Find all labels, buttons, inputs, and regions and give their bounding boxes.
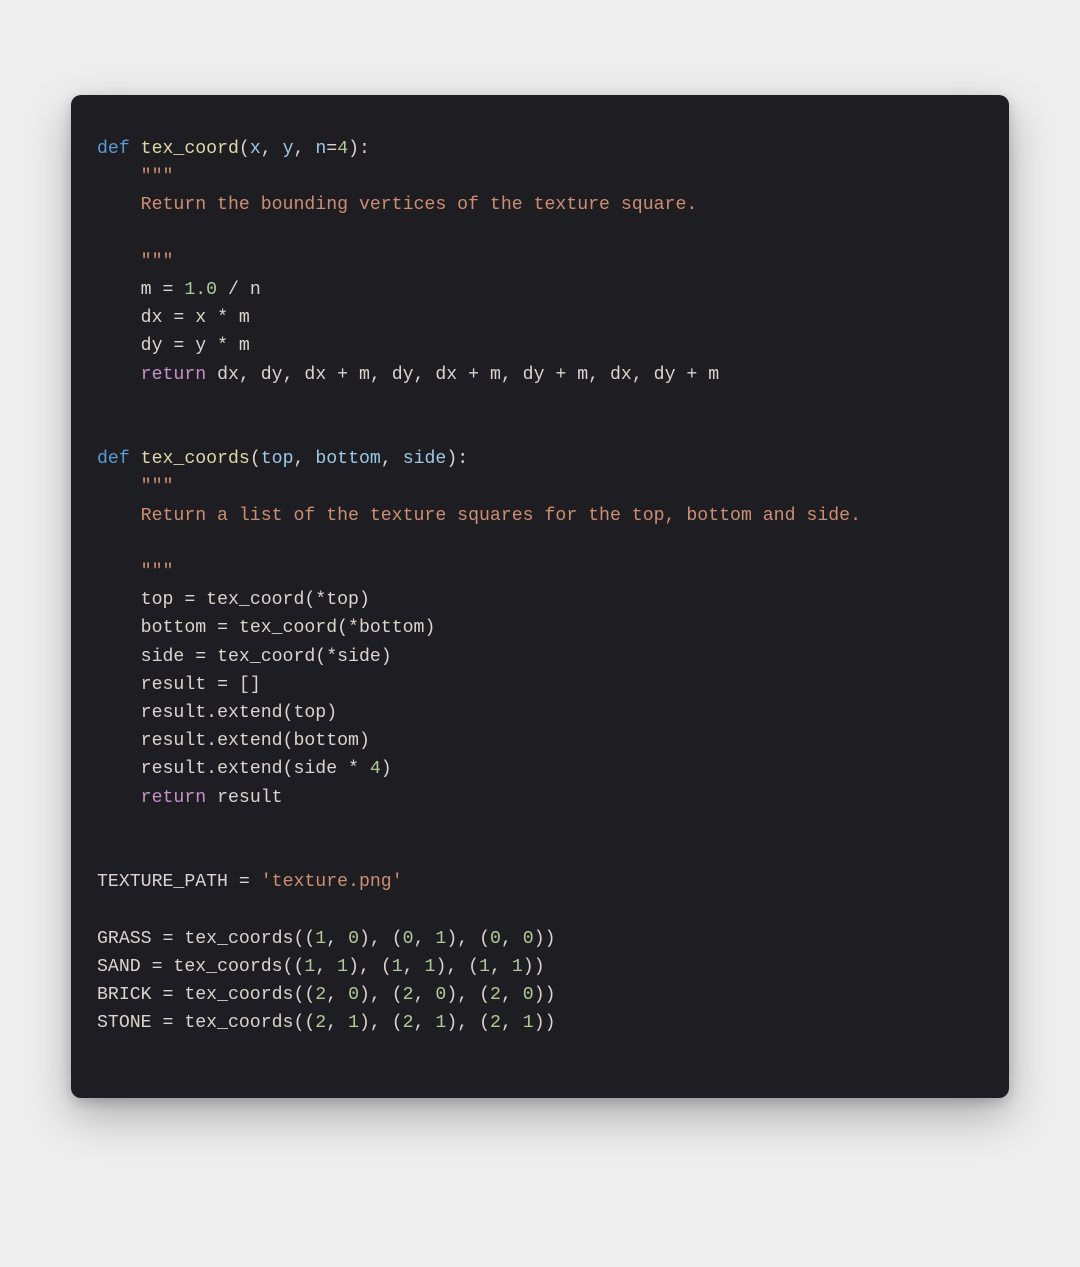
param: top — [261, 449, 294, 469]
number-literal: 2 — [490, 1013, 501, 1033]
code-block: def tex_coord(x, y, n=4): """ Return the… — [97, 135, 983, 1038]
code-line: result.extend(top) — [141, 703, 337, 723]
docstring-close: """ — [97, 252, 173, 272]
keyword-def: def — [97, 449, 130, 469]
number-literal: 4 — [337, 139, 348, 159]
code-card: def tex_coord(x, y, n=4): """ Return the… — [71, 95, 1009, 1098]
function-name: tex_coords — [141, 449, 250, 469]
code-line: ) — [381, 759, 392, 779]
code-line: side = tex_coord(*side) — [141, 647, 392, 667]
number-literal: 2 — [315, 1013, 326, 1033]
code-line: top = tex_coord(*top) — [141, 590, 370, 610]
number-literal: 2 — [315, 985, 326, 1005]
keyword-return: return — [141, 365, 207, 385]
number-literal: 0 — [403, 929, 414, 949]
code-line: dx, dy, dx + m, dy, dx + m, dy + m, dx, … — [206, 365, 719, 385]
constant-name: GRASS — [97, 929, 152, 949]
code-text: = — [228, 872, 261, 892]
number-literal: 4 — [370, 759, 381, 779]
param: n — [315, 139, 326, 159]
number-literal: 1 — [512, 957, 523, 977]
constant-name: STONE — [97, 1013, 152, 1033]
number-literal: 1 — [479, 957, 490, 977]
number-literal: 1 — [435, 1013, 446, 1033]
number-literal: 0 — [348, 985, 359, 1005]
number-literal: 0 — [523, 985, 534, 1005]
number-literal: 0 — [435, 985, 446, 1005]
number-literal: 0 — [523, 929, 534, 949]
code-line: dy = y * m — [141, 336, 250, 356]
docstring-line: Return a list of the texture squares for… — [97, 506, 861, 526]
code-line: result.extend(bottom) — [141, 731, 370, 751]
keyword-return: return — [141, 788, 207, 808]
docstring-open: """ — [141, 477, 174, 497]
docstring-close: """ — [97, 562, 173, 582]
number-literal: 1 — [523, 1013, 534, 1033]
keyword-def: def — [97, 139, 130, 159]
number-literal: 1 — [435, 929, 446, 949]
number-literal: 2 — [490, 985, 501, 1005]
function-name: tex_coord — [141, 139, 239, 159]
number-literal: 1 — [304, 957, 315, 977]
param: x — [250, 139, 261, 159]
number-literal: 1 — [392, 957, 403, 977]
number-literal: 1.0 — [184, 280, 217, 300]
code-line: result = [] — [141, 675, 261, 695]
number-literal: 2 — [403, 985, 414, 1005]
number-literal: 1 — [348, 1013, 359, 1033]
number-literal: 1 — [425, 957, 436, 977]
docstring-open: """ — [141, 167, 174, 187]
number-literal: 2 — [403, 1013, 414, 1033]
param: y — [283, 139, 294, 159]
number-literal: 0 — [490, 929, 501, 949]
code-line: bottom = tex_coord(*bottom) — [141, 618, 436, 638]
param: bottom — [315, 449, 381, 469]
code-line: dx = x * m — [141, 308, 250, 328]
docstring-line: Return the bounding vertices of the text… — [97, 195, 697, 215]
constant-name: BRICK — [97, 985, 152, 1005]
code-line: result — [206, 788, 282, 808]
number-literal: 0 — [348, 929, 359, 949]
code-line: result.extend(side * — [141, 759, 370, 779]
string-literal: 'texture.png' — [261, 872, 403, 892]
constant-name: TEXTURE_PATH — [97, 872, 228, 892]
number-literal: 1 — [315, 929, 326, 949]
code-line: m = — [141, 280, 185, 300]
constant-name: SAND — [97, 957, 141, 977]
code-line: / n — [217, 280, 261, 300]
number-literal: 1 — [337, 957, 348, 977]
param: side — [403, 449, 447, 469]
